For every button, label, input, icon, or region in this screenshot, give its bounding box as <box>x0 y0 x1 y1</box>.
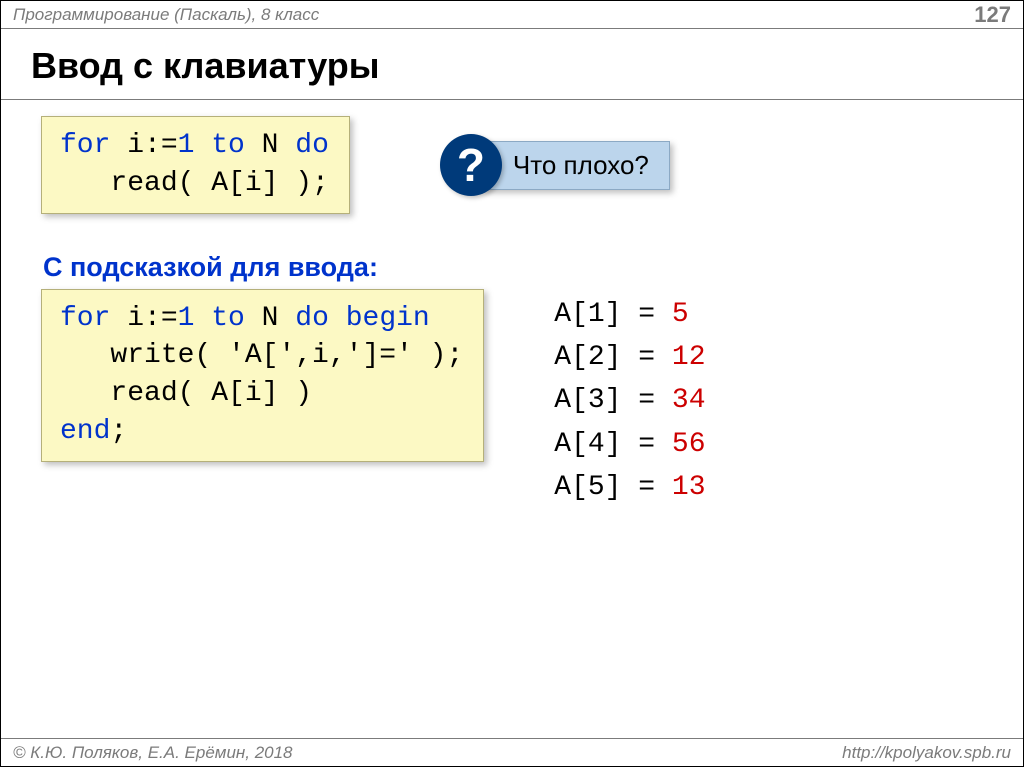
num-1: 1 <box>178 303 195 334</box>
out-label: A[5] = <box>554 472 655 503</box>
out-value: 12 <box>672 342 706 373</box>
out-label: A[2] = <box>554 342 655 373</box>
num-1: 1 <box>178 130 195 161</box>
code-text: i:= <box>110 303 177 334</box>
code-text: N <box>245 130 295 161</box>
output-line: A[3] = 34 <box>554 379 705 422</box>
header-bar: Программирование (Паскаль), 8 класс 127 <box>1 1 1023 29</box>
out-value: 34 <box>672 385 706 416</box>
out-label: A[1] = <box>554 299 655 330</box>
code-text: write( 'A[',i,']=' ); <box>60 340 463 371</box>
kw-end: end <box>60 416 110 447</box>
code-text: read( A[i] ) <box>60 378 312 409</box>
footer-url: http://kpolyakov.spb.ru <box>842 743 1011 763</box>
sample-output: A[1] = 5 A[2] = 12 A[3] = 34 A[4] = 56 A… <box>554 289 705 510</box>
kw-to: to <box>194 303 244 334</box>
code-text: ; <box>110 416 127 447</box>
kw-to: to <box>194 130 244 161</box>
out-value: 56 <box>672 429 706 460</box>
course-label: Программирование (Паскаль), 8 класс <box>13 5 319 25</box>
kw-begin: begin <box>329 303 430 334</box>
kw-do: do <box>295 130 329 161</box>
code-text: read( A[i] ); <box>60 168 329 199</box>
kw-for: for <box>60 303 110 334</box>
code-text: i:= <box>110 130 177 161</box>
output-line: A[4] = 56 <box>554 423 705 466</box>
out-label: A[4] = <box>554 429 655 460</box>
output-line: A[1] = 5 <box>554 293 705 336</box>
code-block-1: for i:=1 to N do read( A[i] ); <box>41 116 350 214</box>
divider <box>1 99 1023 100</box>
out-label: A[3] = <box>554 385 655 416</box>
footer-authors: © К.Ю. Поляков, Е.А. Ерёмин, 2018 <box>13 743 293 763</box>
subheader: С подсказкой для ввода: <box>1 214 1023 289</box>
hint-callout: ? Что плохо? <box>440 134 670 196</box>
output-line: A[5] = 13 <box>554 466 705 509</box>
out-value: 13 <box>672 472 706 503</box>
hint-text: Что плохо? <box>482 141 670 190</box>
row-code-and-output: for i:=1 to N do begin write( 'A[',i,']=… <box>1 289 1023 510</box>
out-value: 5 <box>672 299 689 330</box>
kw-for: for <box>60 130 110 161</box>
code-text: N <box>245 303 295 334</box>
output-line: A[2] = 12 <box>554 336 705 379</box>
question-mark-icon: ? <box>440 134 502 196</box>
code-block-2: for i:=1 to N do begin write( 'A[',i,']=… <box>41 289 484 462</box>
page-number: 127 <box>974 2 1011 28</box>
footer-bar: © К.Ю. Поляков, Е.А. Ерёмин, 2018 http:/… <box>1 738 1023 766</box>
page-title: Ввод с клавиатуры <box>1 29 1023 99</box>
row-code-and-hint: for i:=1 to N do read( A[i] ); ? Что пло… <box>1 116 1023 214</box>
kw-do: do <box>295 303 329 334</box>
